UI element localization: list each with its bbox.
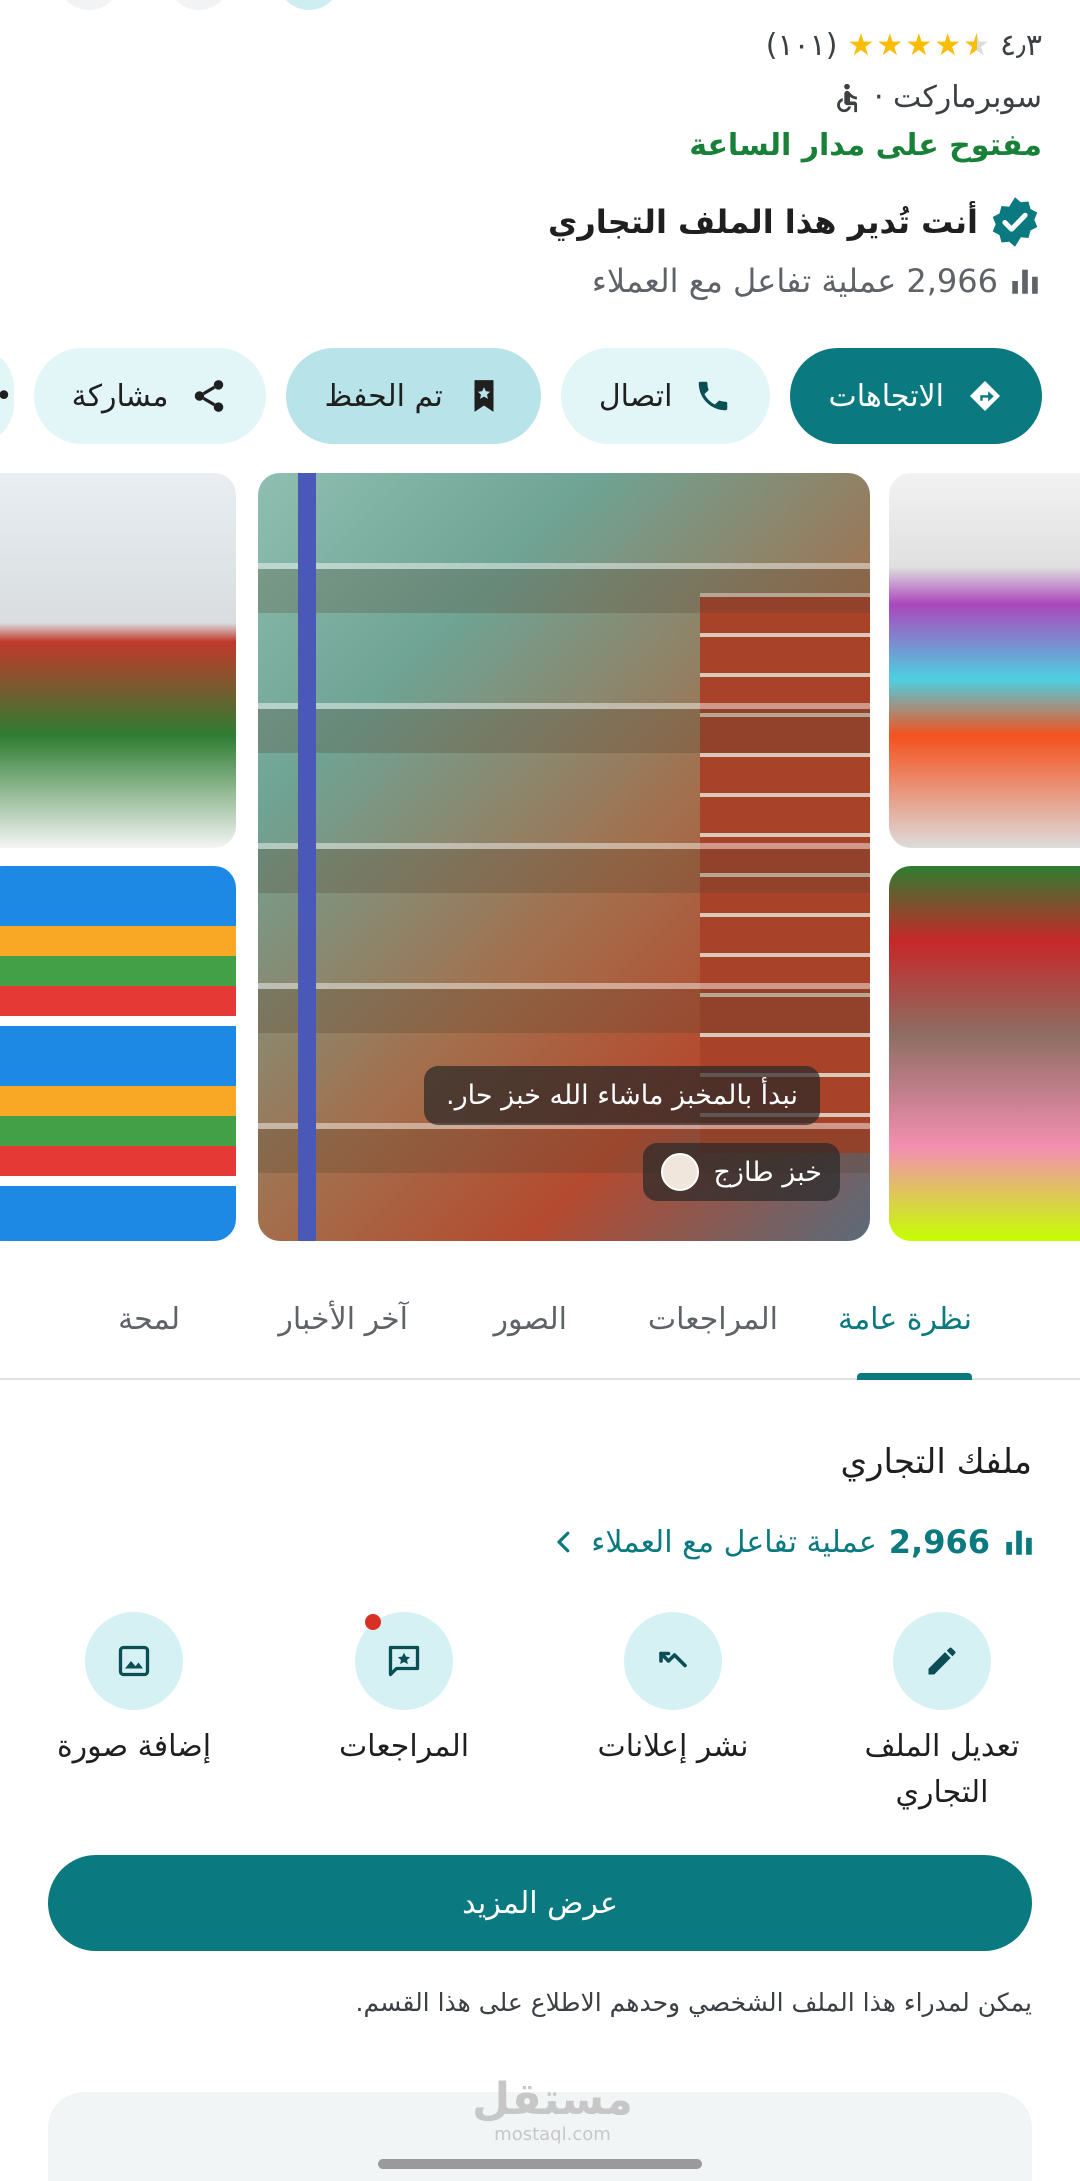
bar-chart-icon — [1012, 269, 1038, 294]
rating-count: (١٠١) — [765, 28, 838, 63]
watermark-logo: مستقل mostaql.com — [472, 2074, 633, 2146]
call-button[interactable]: اتصال — [560, 348, 771, 444]
more-options-button[interactable]: ••• — [0, 348, 14, 444]
photo-author[interactable]: خبز طازج — [643, 1143, 840, 1201]
tab-about[interactable]: لمحة — [118, 1302, 180, 1337]
tab-updates[interactable]: آخر الأخبار — [278, 1302, 408, 1337]
photo-produce[interactable] — [0, 473, 236, 848]
saved-label: تم الحفظ — [324, 378, 443, 414]
verified-badge-icon — [992, 197, 1038, 247]
saved-button[interactable]: تم الحفظ — [286, 348, 541, 444]
wheelchair-icon — [837, 83, 858, 112]
interactions-count: 2,966 — [906, 262, 998, 300]
tab-bar: نظرة عامة المراجعات الصور آخر الأخبار لم… — [0, 1284, 1080, 1380]
star-icon: ★ — [847, 28, 875, 63]
bar-chart-icon — [1006, 1530, 1032, 1555]
category-row: سوبرماركت · — [830, 80, 1042, 115]
managed-profile-row[interactable]: أنت تُدير هذا الملف التجاري — [548, 195, 1042, 249]
business-count: 2,966 — [888, 1523, 990, 1561]
half-star-icon: ★ — [963, 28, 990, 63]
share-button[interactable]: مشاركة — [33, 348, 267, 444]
call-label: اتصال — [598, 378, 673, 414]
edit-icon — [928, 1647, 956, 1675]
phone-icon — [699, 381, 728, 411]
edit-profile-label: تعديل الملف التجاري — [864, 1729, 1020, 1810]
top-back-button[interactable] — [60, 0, 118, 10]
directions-label: الاتجاهات — [828, 378, 944, 414]
reviews-label: المراجعات — [338, 1729, 470, 1764]
ads-label: نشر إعلانات — [597, 1729, 749, 1764]
star-icon: ★ — [905, 28, 933, 63]
tab-indicator — [857, 1373, 972, 1380]
share-label: مشاركة — [71, 378, 169, 414]
add-photo-icon — [118, 1645, 150, 1677]
edit-profile-action[interactable]: تعديل الملف التجاري — [832, 1612, 1052, 1816]
share-icon — [195, 380, 224, 412]
photo-shelves[interactable] — [0, 866, 236, 1241]
directions-icon — [969, 380, 1001, 412]
managers-only-note: يمكن لمدراء هذا الملف الشخصي وحدهم الاطل… — [355, 1988, 1032, 2017]
tab-reviews[interactable]: المراجعات — [648, 1302, 778, 1337]
top-share-button[interactable] — [280, 0, 338, 10]
chevron-left-icon — [557, 1531, 570, 1553]
tab-photos[interactable]: الصور — [494, 1302, 567, 1337]
show-more-button[interactable]: عرض المزيد — [48, 1855, 1032, 1951]
rating-row[interactable]: ٤٫٣ ★★★★★ (١٠١) — [766, 28, 1042, 63]
star-icon: ★ — [934, 28, 962, 63]
photo-aisle[interactable] — [889, 473, 1080, 848]
business-section-title: ملفك التجاري — [840, 1442, 1032, 1482]
author-name: خبز طازج — [713, 1156, 822, 1188]
add-photo-action[interactable]: إضافة صورة — [24, 1612, 244, 1770]
ads-trend-icon — [659, 1651, 687, 1668]
star-icon: ★ — [876, 28, 904, 63]
category-label: سوبرماركت · — [873, 80, 1042, 115]
open-status: مفتوح على مدار الساعة — [689, 128, 1042, 163]
avatar — [661, 1153, 700, 1191]
review-star-icon — [388, 1645, 420, 1677]
rating-value: ٤٫٣ — [1000, 28, 1042, 63]
star-rating: ★ ★ ★ ★ ★ — [848, 28, 991, 63]
home-indicator[interactable] — [378, 2159, 702, 2169]
bookmark-icon — [474, 380, 494, 412]
tab-overview[interactable]: نظرة عامة — [838, 1302, 972, 1337]
ads-action[interactable]: نشر إعلانات — [563, 1612, 783, 1770]
directions-button[interactable]: الاتجاهات — [790, 348, 1042, 444]
interactions-text: عملية تفاعل مع العملاء — [591, 262, 897, 300]
photo-caption: نبدأ بالمخبز ماشاء الله خبز حار. — [424, 1066, 820, 1125]
photo-toys[interactable] — [889, 866, 1080, 1241]
business-actions: تعديل الملف التجاري نشر إعلانات المراجعا… — [0, 1612, 1080, 1812]
reviews-action[interactable]: المراجعات — [294, 1612, 514, 1770]
interactions-row[interactable]: 2,966 عملية تفاعل مع العملاء — [592, 262, 1042, 300]
place-details-screen: ٤٫٣ ★★★★★ (١٠١) سوبرماركت · مفتوح على مد… — [0, 0, 1080, 2181]
notification-dot — [365, 1614, 381, 1630]
managed-profile-text: أنت تُدير هذا الملف التجاري — [548, 203, 978, 241]
more-dots-icon: ••• — [0, 379, 14, 414]
business-interactions-link[interactable]: 2,966 عملية تفاعل مع العملاء — [549, 1523, 1036, 1561]
business-link-text: عملية تفاعل مع العملاء — [591, 1524, 877, 1560]
action-chips: الاتجاهات اتصال تم الحفظ مشاركة ••• — [0, 348, 1042, 444]
top-search-button[interactable] — [170, 0, 228, 10]
photo-bakery[interactable]: نبدأ بالمخبز ماشاء الله خبز حار. خبز طاز… — [258, 473, 870, 1241]
add-photo-label: إضافة صورة — [56, 1729, 212, 1764]
